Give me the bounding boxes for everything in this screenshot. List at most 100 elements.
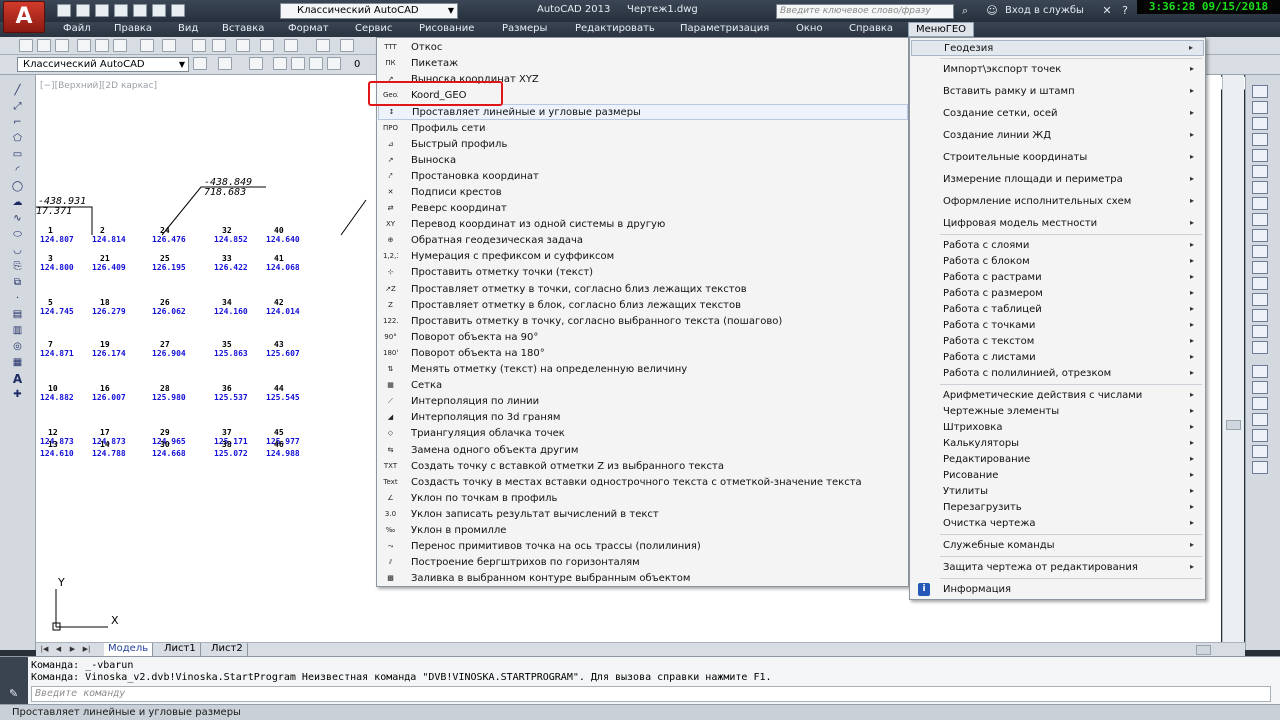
hatch-back-icon[interactable] <box>1252 445 1268 458</box>
user-icon[interactable]: ☺ <box>985 4 999 17</box>
workspace-gear-icon[interactable] <box>218 57 232 70</box>
point-elevation-label[interactable]: 124.068 <box>266 263 300 272</box>
color-swatch-icon[interactable] <box>327 57 341 70</box>
vertical-scrollbar[interactable] <box>1222 75 1244 642</box>
geo-menu-item[interactable]: i Информация <box>911 582 1204 598</box>
submenu-item[interactable]: ПРО Профиль сети <box>378 121 908 137</box>
point-elevation-label[interactable]: 125.980 <box>152 393 186 402</box>
geo-menu-item[interactable]: Рисование ▸ <box>911 468 1204 484</box>
submenu-item[interactable]: ◢ Интерполяция по 3d граням <box>378 410 908 426</box>
point-elevation-label[interactable]: 124.988 <box>266 449 300 458</box>
submenu-item[interactable]: ⤳ Перенос примитивов точка на ось трассы … <box>378 539 908 555</box>
match-properties-icon[interactable] <box>236 39 250 52</box>
menu-parametric[interactable]: Параметризация <box>680 23 769 34</box>
arc-icon[interactable]: ◜ <box>10 165 25 177</box>
plot-icon[interactable] <box>77 39 91 52</box>
geo-menu-item[interactable]: Утилиты ▸ <box>911 484 1204 500</box>
submenu-item[interactable]: ⫽ Построение бергштрихов по горизонталям <box>378 555 908 571</box>
point-elevation-label[interactable]: 125.863 <box>214 349 248 358</box>
undo-icon[interactable] <box>284 39 298 52</box>
redo-icon[interactable] <box>171 4 185 17</box>
submenu-item[interactable]: ⤤ Простановка координат <box>378 169 908 185</box>
insert-block-icon[interactable]: ⎘ <box>10 261 25 273</box>
geo-menu-item[interactable]: Работа с блоком ▸ <box>911 254 1204 270</box>
point-elevation-label[interactable]: 126.007 <box>92 393 126 402</box>
submenu-item[interactable]: ◇ Триангуляция облачка точек <box>378 426 908 442</box>
point-icon[interactable]: · <box>10 293 25 305</box>
submenu-item[interactable]: ↗ Выноска <box>378 153 908 169</box>
command-input[interactable]: Введите команду <box>31 686 1271 702</box>
point-elevation-label[interactable]: 126.062 <box>152 307 186 316</box>
erase-icon[interactable] <box>1252 85 1268 98</box>
geo-menu-item[interactable]: Очистка чертежа ▸ <box>911 516 1204 532</box>
submenu-item[interactable]: TXT Создать точку с вставкой отметки Z из… <box>378 459 908 475</box>
geo-menu-item[interactable]: Работа с размером ▸ <box>911 286 1204 302</box>
save-icon[interactable] <box>55 39 69 52</box>
copy-icon[interactable] <box>192 39 206 52</box>
submenu-item[interactable]: ▩ Заливка в выбранном контуре выбранным о… <box>378 571 908 587</box>
draw-order-icon[interactable] <box>1252 461 1268 474</box>
submenu-item[interactable]: ↗Z Проставляет отметку в точки, согласно … <box>378 282 908 298</box>
chamfer-icon[interactable] <box>1252 293 1268 306</box>
explode-icon[interactable] <box>1252 341 1268 354</box>
submenu-item[interactable]: ⇆ Замена одного объекта другим <box>378 443 908 459</box>
tab-sheet2[interactable]: Лист2 <box>207 643 248 656</box>
cut-icon[interactable] <box>162 39 176 52</box>
point-elevation-label[interactable]: 126.422 <box>214 263 248 272</box>
submenu-item[interactable]: Text Создасть точку в местах вставки одно… <box>378 475 908 491</box>
point-elevation-label[interactable]: 124.640 <box>266 235 300 244</box>
submenu-item[interactable]: TTT Откос <box>378 40 908 56</box>
point-elevation-label[interactable]: 124.807 <box>40 235 74 244</box>
submenu-item[interactable]: ⊿ Быстрый профиль <box>378 137 908 153</box>
geo-menu-item[interactable]: Работа с листами ▸ <box>911 350 1204 366</box>
point-elevation-label[interactable]: 124.668 <box>152 449 186 458</box>
circle-icon[interactable]: ◯ <box>10 181 25 193</box>
rotate-icon[interactable] <box>1252 181 1268 194</box>
polygon-icon[interactable]: ⬠ <box>10 133 25 145</box>
geo-menu-item[interactable]: Защита чертежа от редактирования ▸ <box>911 560 1204 576</box>
submenu-item[interactable]: 1,2,3 Нумерация с префиксом и суффиксом <box>378 249 908 265</box>
application-menu-button[interactable]: A <box>3 1 45 33</box>
join-icon[interactable] <box>1252 277 1268 290</box>
submenu-item[interactable]: 122.5 Проставить отметку в точку, согласн… <box>378 314 908 330</box>
geo-menu-item[interactable]: Цифровая модель местности ▸ <box>911 216 1204 232</box>
layer-properties-icon[interactable] <box>249 57 263 70</box>
point-elevation-label[interactable]: 124.745 <box>40 307 74 316</box>
line-icon[interactable]: ╱ <box>10 85 25 97</box>
lightbulb-icon[interactable] <box>273 57 287 70</box>
submenu-item[interactable]: 180° Поворот объекта на 180° <box>378 346 908 362</box>
menu-draw[interactable]: Рисование <box>419 23 474 34</box>
text-front-icon[interactable] <box>1252 429 1268 442</box>
move-icon[interactable] <box>1252 165 1268 178</box>
mirror-icon[interactable] <box>1252 117 1268 130</box>
geo-menu-item[interactable]: Создание линии ЖД ▸ <box>911 128 1204 144</box>
trim-icon[interactable] <box>1252 229 1268 242</box>
help-icon[interactable]: ? <box>1118 4 1132 17</box>
binoculars-icon[interactable]: ⌕ <box>958 4 972 17</box>
geo-menu-item[interactable]: Калькуляторы ▸ <box>911 436 1204 452</box>
menu-view[interactable]: Вид <box>178 23 198 34</box>
region-icon[interactable]: ◎ <box>10 341 25 353</box>
geo-menu-item[interactable]: Геодезия ▸ <box>911 40 1204 56</box>
geo-menu-item[interactable]: Редактирование ▸ <box>911 452 1204 468</box>
submenu-item[interactable]: 90° Поворот объекта на 90° <box>378 330 908 346</box>
sign-in-link[interactable]: Вход в службы <box>1005 5 1084 16</box>
tab-sheet1[interactable]: Лист1 <box>160 643 201 656</box>
rectangle-icon[interactable]: ▭ <box>10 149 25 161</box>
geo-menu-item[interactable]: Строительные координаты ▸ <box>911 150 1204 166</box>
paste-icon[interactable] <box>212 39 226 52</box>
point-elevation-label[interactable]: 126.476 <box>152 235 186 244</box>
menu-file[interactable]: Файл <box>63 23 91 34</box>
workspace-settings-icon[interactable] <box>193 57 207 70</box>
vertical-scroll-thumb[interactable] <box>1226 420 1241 430</box>
workspace-dropdown[interactable]: Классический AutoCAD ▼ <box>280 3 458 19</box>
offset-icon[interactable] <box>1252 133 1268 146</box>
point-elevation-label[interactable]: 126.409 <box>92 263 126 272</box>
submenu-item[interactable]: XY Перевод координат из одной системы в д… <box>378 217 908 233</box>
submenu-item[interactable]: ↕ Проставляет линейные и угловые размеры <box>378 104 908 121</box>
undo-icon[interactable] <box>152 4 166 17</box>
copy-object-icon[interactable] <box>1252 101 1268 114</box>
exchange-icon[interactable]: ✕ <box>1100 4 1114 17</box>
submenu-item[interactable]: ⟋ Интерполяция по линии <box>378 394 908 410</box>
stretch-icon[interactable] <box>1252 213 1268 226</box>
